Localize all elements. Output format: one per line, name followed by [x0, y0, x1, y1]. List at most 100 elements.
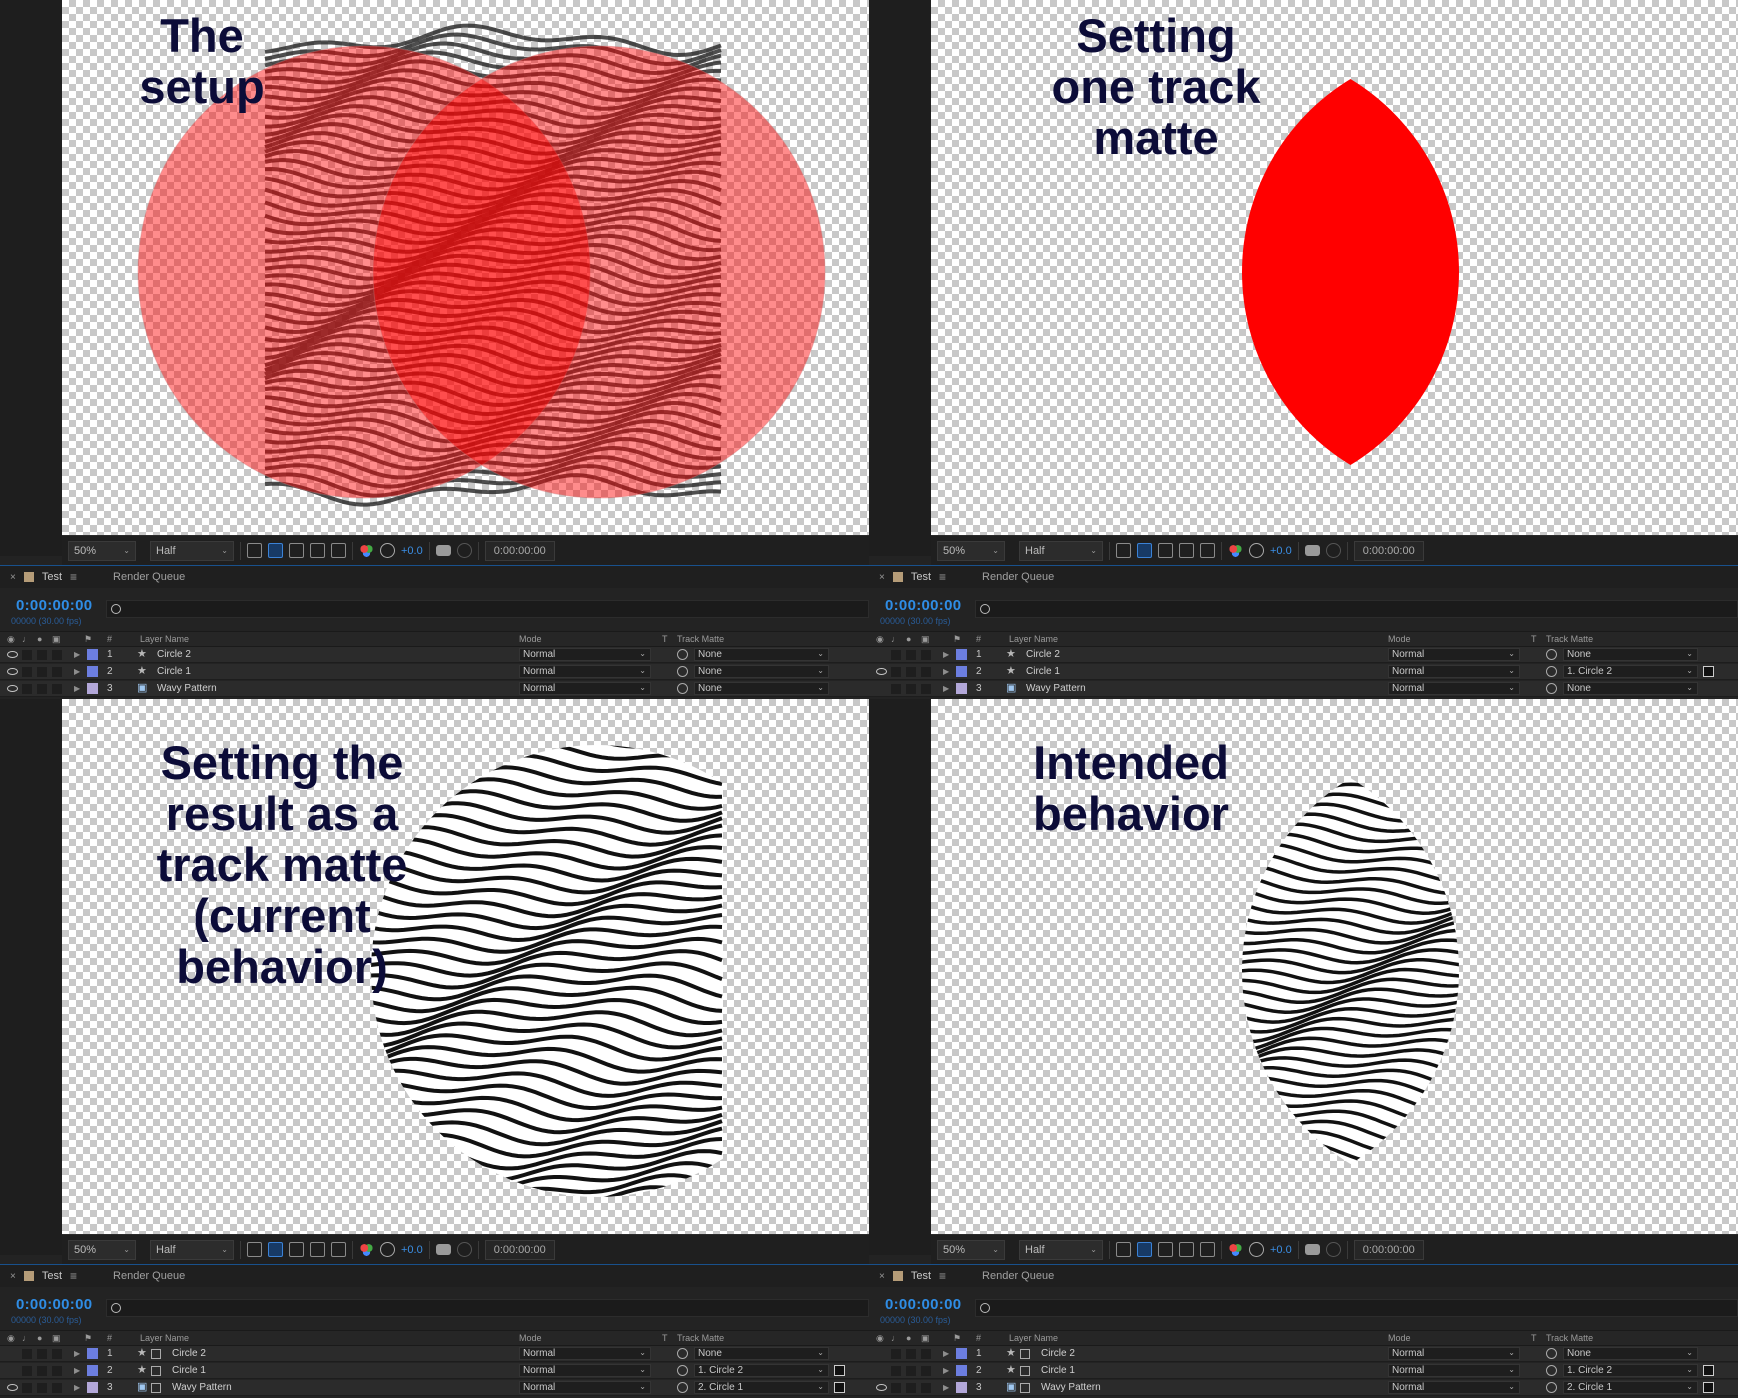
- lock-switch[interactable]: [921, 1366, 931, 1376]
- layer-row[interactable]: ▶ 2 ★ Circle 1 Normal ⌄ 1. Circle 2 ⌄: [869, 1363, 1738, 1379]
- panel-menu-icon[interactable]: ≡: [939, 1269, 946, 1283]
- search-input[interactable]: [975, 600, 1738, 618]
- audio-switch[interactable]: [891, 1366, 901, 1376]
- tab-render-queue[interactable]: Render Queue: [113, 571, 185, 583]
- mode-dropdown[interactable]: Normal ⌄: [1388, 648, 1520, 661]
- label-color-swatch[interactable]: [87, 1365, 98, 1376]
- solo-switch[interactable]: [906, 1366, 916, 1376]
- pickwhip-icon[interactable]: [677, 683, 688, 694]
- show-snapshot-icon[interactable]: [456, 1242, 472, 1257]
- label-color-swatch[interactable]: [87, 649, 98, 660]
- audio-switch[interactable]: [22, 667, 32, 677]
- reset-exposure-icon[interactable]: [1249, 1242, 1264, 1257]
- visibility-eye-icon[interactable]: [876, 1367, 887, 1374]
- mode-dropdown[interactable]: Normal ⌄: [1388, 1381, 1520, 1394]
- label-color-swatch[interactable]: [87, 683, 98, 694]
- label-color-swatch[interactable]: [956, 1365, 967, 1376]
- track-matte-dropdown[interactable]: None ⌄: [694, 665, 829, 678]
- show-snapshot-icon[interactable]: [1325, 543, 1341, 558]
- close-icon[interactable]: ×: [879, 1271, 885, 1282]
- mode-dropdown[interactable]: Normal ⌄: [519, 1347, 651, 1360]
- audio-switch[interactable]: [22, 650, 32, 660]
- layer-name[interactable]: Wavy Pattern: [172, 1382, 232, 1393]
- fast-previews-icon[interactable]: [1116, 1242, 1131, 1257]
- close-icon[interactable]: ×: [10, 1271, 16, 1282]
- resolution-dropdown[interactable]: Half ⌄: [150, 1239, 234, 1260]
- lock-switch[interactable]: [921, 684, 931, 694]
- label-color-swatch[interactable]: [87, 666, 98, 677]
- layer-name[interactable]: Circle 2: [1041, 1348, 1075, 1359]
- color-channels-icon[interactable]: [1228, 543, 1243, 558]
- matte-invert-toggle[interactable]: [834, 1365, 845, 1376]
- lock-switch[interactable]: [52, 667, 62, 677]
- expand-arrow-icon[interactable]: ▶: [943, 650, 949, 659]
- resolution-dropdown[interactable]: Half ⌄: [1019, 1239, 1103, 1260]
- lock-switch[interactable]: [921, 667, 931, 677]
- pickwhip-icon[interactable]: [1546, 1382, 1557, 1393]
- solo-switch[interactable]: [37, 1383, 47, 1393]
- layer-row[interactable]: ▶ 1 ★ Circle 2 Normal ⌄ None ⌄: [869, 647, 1738, 663]
- expand-arrow-icon[interactable]: ▶: [943, 1349, 949, 1358]
- tab-test[interactable]: Test: [911, 1270, 931, 1282]
- lock-switch[interactable]: [52, 1366, 62, 1376]
- composition-viewer[interactable]: Intended behavior: [931, 699, 1738, 1234]
- visibility-eye-icon[interactable]: [876, 668, 887, 675]
- tab-render-queue[interactable]: Render Queue: [982, 571, 1054, 583]
- label-color-swatch[interactable]: [87, 1382, 98, 1393]
- mask-visibility-icon[interactable]: [289, 543, 304, 558]
- region-of-interest-icon[interactable]: [1179, 543, 1194, 558]
- visibility-eye-icon[interactable]: [7, 668, 18, 675]
- transparency-grid-icon[interactable]: [268, 543, 283, 558]
- audio-switch[interactable]: [891, 667, 901, 677]
- label-color-swatch[interactable]: [87, 1348, 98, 1359]
- mode-dropdown[interactable]: Normal ⌄: [519, 648, 651, 661]
- tab-render-queue[interactable]: Render Queue: [982, 1270, 1054, 1282]
- current-time[interactable]: 0:00:00:00: [885, 597, 961, 614]
- lock-switch[interactable]: [52, 1383, 62, 1393]
- pickwhip-icon[interactable]: [1546, 649, 1557, 660]
- reset-exposure-icon[interactable]: [380, 1242, 395, 1257]
- search-input[interactable]: [106, 1299, 869, 1317]
- track-matte-dropdown[interactable]: None ⌄: [1563, 648, 1698, 661]
- solo-switch[interactable]: [37, 650, 47, 660]
- color-channels-icon[interactable]: [359, 1242, 374, 1257]
- matte-invert-toggle[interactable]: [1703, 666, 1714, 677]
- track-matte-dropdown[interactable]: None ⌄: [694, 1347, 829, 1360]
- show-snapshot-icon[interactable]: [456, 543, 472, 558]
- matte-invert-toggle[interactable]: [1703, 1365, 1714, 1376]
- tab-test[interactable]: Test: [911, 571, 931, 583]
- snapshot-camera-icon[interactable]: [435, 1244, 451, 1255]
- panel-menu-icon[interactable]: ≡: [70, 570, 77, 584]
- layer-name[interactable]: Wavy Pattern: [1026, 683, 1086, 694]
- solo-switch[interactable]: [906, 1383, 916, 1393]
- panel-menu-icon[interactable]: ≡: [939, 570, 946, 584]
- zoom-dropdown[interactable]: 50% ⌄: [68, 540, 136, 561]
- pickwhip-icon[interactable]: [1546, 683, 1557, 694]
- pickwhip-icon[interactable]: [677, 1382, 688, 1393]
- tab-test[interactable]: Test: [42, 571, 62, 583]
- audio-switch[interactable]: [22, 684, 32, 694]
- grid-guides-icon[interactable]: [1200, 1242, 1215, 1257]
- expand-arrow-icon[interactable]: ▶: [943, 667, 949, 676]
- reset-exposure-icon[interactable]: [1249, 543, 1264, 558]
- audio-switch[interactable]: [891, 684, 901, 694]
- layer-row[interactable]: ▶ 1 ★ Circle 2 Normal ⌄ None ⌄: [869, 1346, 1738, 1362]
- label-color-swatch[interactable]: [956, 666, 967, 677]
- solo-switch[interactable]: [37, 1366, 47, 1376]
- solo-switch[interactable]: [906, 667, 916, 677]
- visibility-eye-icon[interactable]: [876, 685, 887, 692]
- expand-arrow-icon[interactable]: ▶: [74, 650, 80, 659]
- snapshot-camera-icon[interactable]: [1304, 1244, 1320, 1255]
- solo-switch[interactable]: [906, 650, 916, 660]
- mode-dropdown[interactable]: Normal ⌄: [519, 665, 651, 678]
- expand-arrow-icon[interactable]: ▶: [74, 1366, 80, 1375]
- search-input[interactable]: [106, 600, 869, 618]
- lock-switch[interactable]: [921, 1383, 931, 1393]
- exposure-value[interactable]: +0.0: [401, 545, 423, 557]
- composition-viewer[interactable]: Setting one track matte: [931, 0, 1738, 535]
- tab-render-queue[interactable]: Render Queue: [113, 1270, 185, 1282]
- zoom-dropdown[interactable]: 50% ⌄: [68, 1239, 136, 1260]
- track-matte-dropdown[interactable]: 1. Circle 2 ⌄: [1563, 665, 1698, 678]
- layer-name[interactable]: Circle 2: [172, 1348, 206, 1359]
- layer-row[interactable]: ▶ 2 ★ Circle 1 Normal ⌄ 1. Circle 2 ⌄: [0, 1363, 869, 1379]
